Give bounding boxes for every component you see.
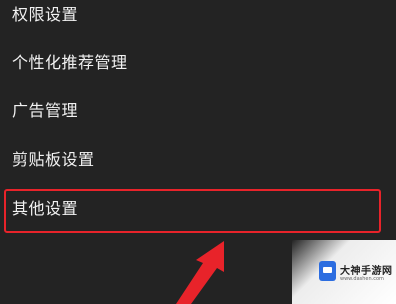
- watermark-text: 大神手游网: [340, 266, 393, 277]
- watermark-logo-icon: [319, 261, 336, 281]
- highlight-box: [4, 189, 381, 233]
- settings-item-ad-management[interactable]: 广告管理: [12, 101, 78, 121]
- settings-item-personalized-recommendation[interactable]: 个性化推荐管理: [12, 53, 128, 73]
- settings-item-clipboard[interactable]: 剪贴板设置: [12, 150, 95, 170]
- watermark-url: www.dashen.com: [340, 276, 384, 282]
- settings-item-permissions[interactable]: 权限设置: [12, 5, 78, 25]
- watermark: 大神手游网 www.dashen.com: [292, 240, 396, 304]
